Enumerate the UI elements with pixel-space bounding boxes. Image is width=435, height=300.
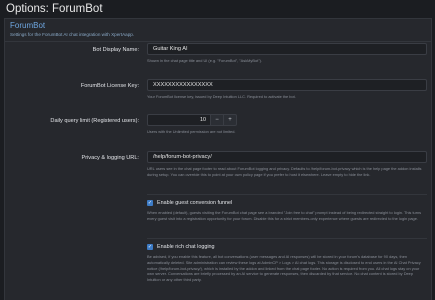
query-limit-input[interactable]: 10 — [147, 114, 211, 126]
panel-description: Settings for the ForumBot AI chat integr… — [10, 32, 135, 37]
panel-header: ForumBot Settings for the ForumBot AI ch… — [5, 19, 431, 42]
query-limit-hint: Users with the Unlimited permission are … — [147, 129, 236, 134]
guest-funnel-label[interactable]: Enable guest conversion funnel — [157, 200, 232, 206]
license-key-hint: Your ForumBot license key, issued by Dee… — [147, 94, 296, 99]
panel-title: ForumBot — [10, 21, 46, 30]
guest-funnel-toggle[interactable]: ✓ Enable guest conversion funnel — [147, 199, 427, 207]
options-panel: ForumBot Settings for the ForumBot AI ch… — [4, 18, 432, 300]
divider — [147, 238, 427, 239]
privacy-url-label: Privacy & logging URL: — [81, 155, 139, 161]
guest-funnel-hint: When enabled (default), guests visiting … — [147, 210, 422, 221]
rich-logging-hint: Be advised, if you enable this feature, … — [147, 254, 421, 283]
license-key-label: ForumBot License Key: — [80, 83, 139, 89]
increment-button[interactable]: + — [224, 114, 237, 126]
display-name-label: Bot Display Name: — [92, 47, 139, 53]
divider — [147, 194, 427, 195]
display-name-input[interactable]: Guitar King AI — [147, 43, 427, 55]
decrement-button[interactable]: − — [211, 114, 224, 126]
query-limit-stepper: 10 − + — [147, 114, 237, 126]
privacy-url-input[interactable]: /help/forum-bot-privacy/ — [147, 151, 427, 163]
privacy-url-hint: URL users see in the chat page footer to… — [147, 166, 422, 177]
query-limit-label: Daily query limit (Registered users): — [50, 118, 139, 124]
rich-logging-toggle[interactable]: ✓ Enable rich chat logging — [147, 243, 427, 251]
page-title: Options: ForumBot — [6, 3, 103, 15]
rich-logging-label[interactable]: Enable rich chat logging — [157, 244, 215, 250]
license-key-input[interactable]: XXXXXXXXXXXXXXXX — [147, 79, 427, 91]
checkmark-icon[interactable]: ✓ — [147, 244, 153, 250]
checkmark-icon[interactable]: ✓ — [147, 200, 153, 206]
display-name-hint: Shown in the chat page title and UI (e.g… — [147, 58, 262, 63]
